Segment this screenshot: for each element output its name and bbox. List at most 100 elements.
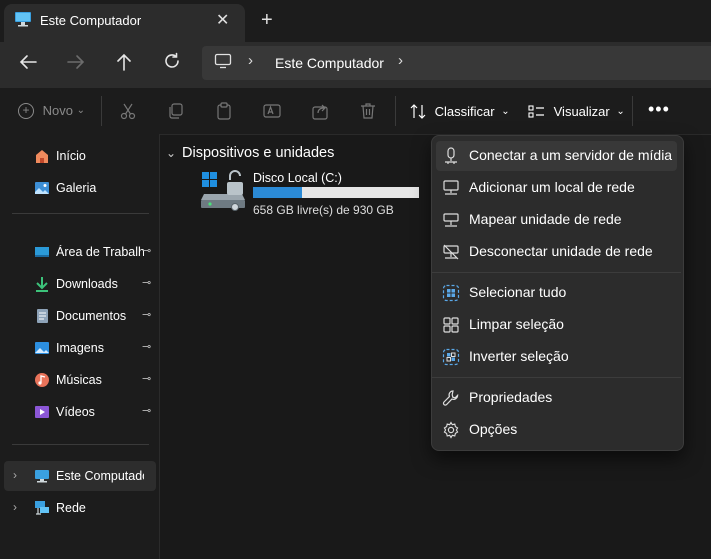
breadcrumb-chevron-icon[interactable]: › (248, 52, 253, 69)
music-icon (35, 373, 49, 387)
sidebar-item-label: Galeria (56, 181, 97, 195)
menu-item-conectar-servidor-midia[interactable]: Conectar a um servidor de mídia (436, 141, 677, 171)
sidebar-item-label: Documentos (56, 309, 127, 323)
sidebar-item-galeria[interactable]: Galeria (4, 173, 156, 203)
sidebar-item-area-de-trabalho[interactable]: Área de Trabalho ⊸ (4, 237, 156, 267)
sort-label: Classificar (434, 104, 495, 120)
menu-item-label: Inverter seleção (469, 348, 569, 364)
menu-item-label: Mapear unidade de rede (469, 211, 622, 227)
wrench-icon (442, 390, 459, 406)
videos-icon (35, 406, 49, 418)
drive-usage-bar (253, 187, 419, 198)
sidebar-item-videos[interactable]: Vídeos ⊸ (4, 397, 156, 427)
chevron-down-icon: ⌄ (76, 105, 85, 117)
refresh-icon[interactable] (163, 52, 181, 70)
divider (632, 96, 633, 126)
rename-icon[interactable] (263, 102, 281, 120)
forward-arrow-icon[interactable] (66, 53, 86, 71)
menu-item-inverter-selecao[interactable]: Inverter seleção (436, 342, 677, 372)
up-arrow-icon[interactable] (115, 52, 133, 72)
menu-item-adicionar-local-rede[interactable]: Adicionar um local de rede (436, 173, 677, 203)
new-label: Novo (42, 103, 73, 119)
pin-icon[interactable]: ⊸ (142, 404, 151, 417)
menu-item-limpar-selecao[interactable]: Limpar seleção (436, 310, 677, 340)
sidebar-divider (12, 444, 149, 445)
computer-icon (15, 12, 31, 27)
gear-icon (443, 421, 459, 439)
menu-item-selecionar-tudo[interactable]: Selecionar tudo (436, 278, 677, 308)
menu-item-label: Limpar seleção (469, 316, 564, 332)
cut-icon[interactable] (119, 102, 137, 120)
images-icon (35, 342, 49, 354)
sidebar-item-label: Músicas (56, 373, 102, 387)
sort-icon (410, 104, 426, 119)
sidebar-item-label: Vídeos (56, 405, 95, 419)
computer-icon (35, 470, 49, 483)
clear-selection-icon (443, 317, 459, 333)
drive-name[interactable]: Disco Local (C:) (253, 171, 342, 185)
sidebar-item-imagens[interactable]: Imagens ⊸ (4, 333, 156, 363)
delete-icon[interactable] (359, 102, 377, 120)
menu-item-opcoes[interactable]: Opções (436, 415, 677, 445)
sidebar-item-musicas[interactable]: Músicas ⊸ (4, 365, 156, 395)
menu-item-mapear-unidade-rede[interactable]: Mapear unidade de rede (436, 205, 677, 235)
breadcrumb-chevron-icon[interactable]: › (398, 52, 403, 69)
pin-icon[interactable]: ⊸ (142, 340, 151, 353)
desktop-icon (35, 247, 49, 257)
new-tab-button[interactable]: + (261, 9, 273, 32)
divider (101, 96, 102, 126)
network-location-icon (443, 180, 459, 195)
chevron-down-icon: ⌄ (616, 106, 625, 118)
breadcrumb-este-computador[interactable]: Este Computador (275, 55, 384, 71)
documents-icon (37, 309, 48, 323)
new-button[interactable]: + Novo ⌄ (18, 102, 85, 119)
sidebar-item-label: Downloads (56, 277, 118, 291)
menu-item-desconectar-unidade-rede[interactable]: Desconectar unidade de rede (436, 237, 677, 267)
sidebar-item-downloads[interactable]: Downloads ⊸ (4, 269, 156, 299)
media-server-icon (445, 147, 457, 164)
menu-divider (432, 377, 681, 378)
menu-item-propriedades[interactable]: Propriedades (436, 383, 677, 413)
sidebar-divider (12, 213, 149, 214)
drive-lock-icon (201, 170, 245, 211)
expand-chevron-icon[interactable]: › (13, 500, 17, 514)
copy-icon[interactable] (167, 102, 185, 120)
disconnect-drive-icon (443, 244, 459, 260)
pin-icon[interactable]: ⊸ (142, 244, 151, 257)
map-drive-icon (443, 213, 459, 227)
paste-icon[interactable] (215, 102, 233, 120)
back-arrow-icon[interactable] (18, 53, 38, 71)
tab-title: Este Computador (40, 13, 142, 28)
menu-item-label: Desconectar unidade de rede (469, 243, 653, 259)
group-header[interactable]: Dispositivos e unidades (182, 145, 334, 161)
sidebar-item-rede[interactable]: › Rede (4, 493, 156, 523)
more-options-button[interactable]: ••• (648, 99, 670, 120)
pin-icon[interactable]: ⊸ (142, 372, 151, 385)
close-icon[interactable]: ✕ (216, 10, 229, 30)
sidebar-item-documentos[interactable]: Documentos ⊸ (4, 301, 156, 331)
pin-icon[interactable]: ⊸ (142, 276, 151, 289)
download-icon (36, 277, 48, 292)
invert-selection-icon (442, 348, 460, 366)
sort-button[interactable]: Classificar ⌄ (410, 103, 510, 119)
sidebar-item-inicio[interactable]: Início (4, 141, 156, 171)
sidebar-item-label: Rede (56, 501, 86, 515)
chevron-down-icon: ⌄ (501, 106, 510, 118)
view-list-icon (528, 105, 544, 118)
select-all-icon (442, 284, 460, 302)
expand-chevron-icon[interactable]: › (13, 468, 17, 482)
sidebar-item-label: Imagens (56, 341, 104, 355)
pin-icon[interactable]: ⊸ (142, 308, 151, 321)
view-button[interactable]: Visualizar ⌄ (528, 103, 625, 119)
sidebar-item-label: Área de Trabalho (56, 245, 144, 259)
sidebar-item-este-computador[interactable]: › Este Computador (4, 461, 156, 491)
menu-item-label: Adicionar um local de rede (469, 179, 635, 195)
home-icon (36, 150, 48, 163)
group-collapse-chevron-icon[interactable]: ⌄ (166, 146, 176, 160)
sidebar-item-label: Este Computador (56, 469, 144, 483)
share-icon[interactable] (311, 102, 329, 120)
menu-item-label: Propriedades (469, 389, 553, 405)
sidebar-item-label: Início (56, 149, 86, 163)
menu-item-label: Selecionar tudo (469, 284, 567, 300)
menu-item-label: Opções (469, 421, 518, 437)
